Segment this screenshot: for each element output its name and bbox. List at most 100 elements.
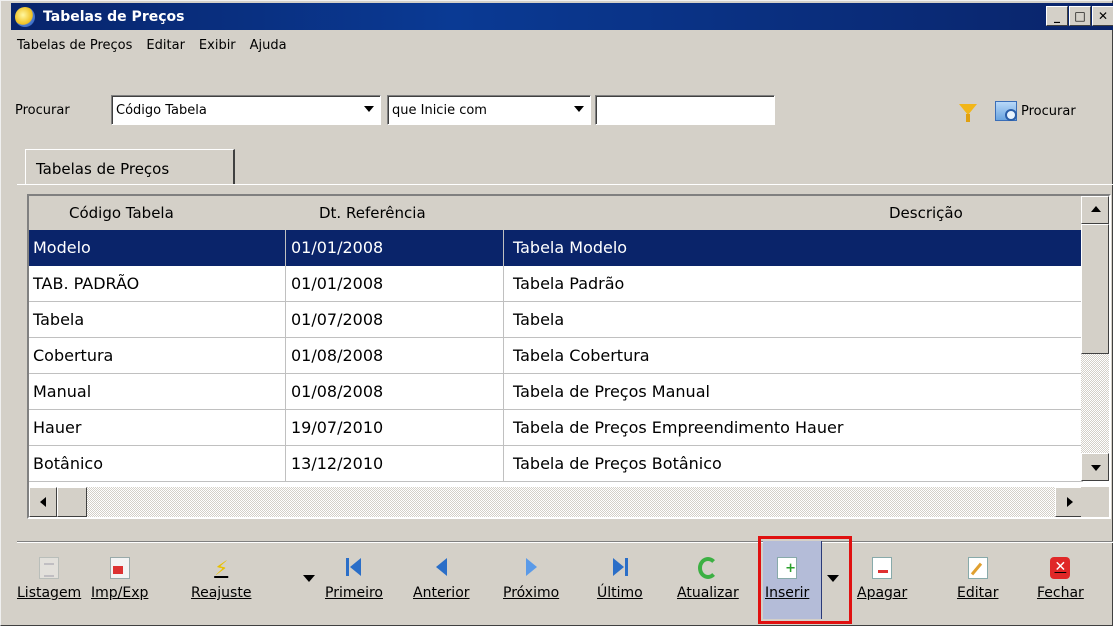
search-label: Procurar — [15, 103, 70, 118]
search-button-label: Procurar — [1021, 103, 1076, 119]
table-cell: Tabela — [33, 310, 85, 329]
menu-tabelas-de-precos[interactable]: Tabelas de Preços — [17, 38, 132, 53]
vertical-scroll-thumb[interactable] — [1081, 224, 1109, 354]
menu-exibir[interactable]: Exibir — [199, 38, 236, 53]
table-cell: 01/08/2008 — [291, 382, 384, 401]
atualizar-button[interactable]: Atualizar — [677, 557, 739, 601]
anterior-label: Anterior — [413, 585, 470, 601]
impexp-button[interactable]: Imp/Exp — [91, 557, 148, 601]
grid-rows: Modelo 01/01/2008 Tabela Modelo TAB. PADRÃO… — [29, 230, 1083, 482]
table-row[interactable]: Botânico 13/12/2010 Tabela de Preços Botân… — [29, 446, 1083, 482]
refresh-icon — [697, 557, 718, 579]
table-cell: Tabela Padrão — [513, 274, 625, 293]
lightning-icon: ⚡ — [214, 556, 229, 580]
table-cell: 01/07/2008 — [291, 310, 384, 329]
table-row[interactable]: Manual 01/08/2008 Tabela de Preços Manual — [29, 374, 1083, 410]
window-controls: _ □ ✕ — [1046, 6, 1113, 26]
table-cell: Tabela Cobertura — [513, 346, 650, 365]
column-header-dt-referencia[interactable]: Dt. Referência — [319, 204, 426, 222]
search-field-select[interactable]: Código Tabela — [111, 95, 381, 125]
edit-document-icon — [967, 557, 988, 579]
column-header-descricao[interactable]: Descrição — [889, 204, 963, 222]
insert-highlight-box — [758, 536, 852, 624]
scroll-up-button[interactable] — [1081, 196, 1109, 224]
column-divider — [503, 230, 504, 482]
search-icon — [995, 101, 1017, 121]
scroll-down-button[interactable] — [1081, 453, 1109, 481]
primeiro-label: Primeiro — [325, 585, 383, 601]
chevron-down-icon[interactable] — [364, 106, 374, 112]
app-icon — [15, 6, 35, 27]
table-cell: Cobertura — [33, 346, 114, 365]
price-table-grid[interactable]: Código Tabela Dt. Referência Descrição M… — [27, 194, 1111, 519]
search-operator-select[interactable]: que Inicie com — [387, 95, 591, 125]
grid-header: Código Tabela Dt. Referência Descrição — [29, 196, 1083, 230]
reajuste-dropdown-icon[interactable] — [303, 575, 315, 582]
anterior-button[interactable]: Anterior — [413, 557, 470, 601]
toolbar-divider — [17, 541, 1113, 543]
reajuste-label: Reajuste — [191, 585, 252, 601]
horizontal-scroll-thumb[interactable] — [57, 487, 87, 517]
table-cell: Modelo — [33, 238, 91, 257]
table-cell: Tabela de Preços Empreendimento Hauer — [513, 418, 844, 437]
next-icon — [521, 557, 541, 579]
scroll-left-button[interactable] — [29, 487, 57, 517]
previous-icon — [431, 557, 451, 579]
editar-button[interactable]: Editar — [957, 557, 998, 601]
editar-label: Editar — [957, 585, 999, 601]
listagem-label: Listagem — [17, 585, 82, 601]
scroll-right-button[interactable] — [1055, 487, 1083, 517]
table-cell: TAB. PADRÃO — [33, 274, 140, 293]
table-row[interactable]: Tabela 01/07/2008 Tabela — [29, 302, 1083, 338]
filter-icon[interactable] — [959, 104, 977, 122]
table-row[interactable]: Modelo 01/01/2008 Tabela Modelo — [29, 230, 1083, 266]
import-export-icon — [109, 557, 130, 579]
search-input[interactable] — [595, 95, 775, 125]
search-operator-value: que Inicie com — [392, 102, 487, 118]
table-cell: Tabela de Preços Botânico — [513, 454, 722, 473]
maximize-button[interactable]: □ — [1069, 6, 1091, 26]
apagar-button[interactable]: Apagar — [857, 557, 907, 601]
title-bar[interactable]: Tabelas de Preços _ □ ✕ — [11, 3, 1113, 30]
table-cell: Hauer — [33, 418, 82, 437]
tab-tabelas-de-precos[interactable]: Tabelas de Preços — [25, 149, 235, 185]
vertical-scrollbar[interactable] — [1081, 196, 1109, 481]
document-icon — [39, 557, 60, 579]
table-cell: 01/01/2008 — [291, 238, 384, 257]
chevron-down-icon[interactable] — [574, 106, 584, 112]
menu-editar[interactable]: Editar — [146, 38, 185, 53]
close-window-button[interactable]: ✕ — [1092, 6, 1113, 26]
horizontal-scrollbar[interactable] — [29, 487, 1083, 517]
scroll-corner — [1081, 487, 1109, 517]
reajuste-button[interactable]: ⚡ Reajuste — [191, 557, 251, 601]
table-cell: Botânico — [33, 454, 104, 473]
search-field-value: Código Tabela — [116, 102, 207, 118]
fechar-button[interactable]: ✕ Fechar — [1037, 557, 1084, 601]
column-header-codigo[interactable]: Código Tabela — [69, 204, 174, 222]
search-button[interactable]: Procurar — [995, 101, 1076, 121]
arrow-right-icon — [1067, 497, 1073, 507]
table-row[interactable]: Cobertura 01/08/2008 Tabela Cobertura — [29, 338, 1083, 374]
last-record-icon — [610, 557, 630, 579]
menu-ajuda[interactable]: Ajuda — [250, 38, 287, 53]
arrow-down-icon — [1091, 465, 1101, 471]
listagem-button[interactable]: Listagem — [17, 557, 81, 601]
impexp-label: Imp/Exp — [91, 585, 149, 601]
table-row[interactable]: TAB. PADRÃO 01/01/2008 Tabela Padrão — [29, 266, 1083, 302]
ultimo-label: Último — [597, 585, 643, 601]
first-record-icon — [344, 557, 364, 579]
table-cell: Tabela Modelo — [513, 238, 628, 257]
table-cell: 01/08/2008 — [291, 346, 384, 365]
menu-bar: Tabelas de Preços Editar Exibir Ajuda — [17, 31, 287, 59]
main-window: Tabelas de Preços _ □ ✕ Tabelas de Preço… — [0, 0, 1113, 626]
apagar-label: Apagar — [857, 585, 908, 601]
proximo-button[interactable]: Próximo — [503, 557, 559, 601]
arrow-up-icon — [1091, 206, 1101, 212]
delete-document-icon — [872, 557, 893, 579]
primeiro-button[interactable]: Primeiro — [325, 557, 383, 601]
table-cell: 19/07/2010 — [291, 418, 384, 437]
minimize-button[interactable]: _ — [1046, 6, 1068, 26]
atualizar-label: Atualizar — [677, 585, 739, 601]
ultimo-button[interactable]: Último — [597, 557, 643, 601]
table-row[interactable]: Hauer 19/07/2010 Tabela de Preços Empreend… — [29, 410, 1083, 446]
